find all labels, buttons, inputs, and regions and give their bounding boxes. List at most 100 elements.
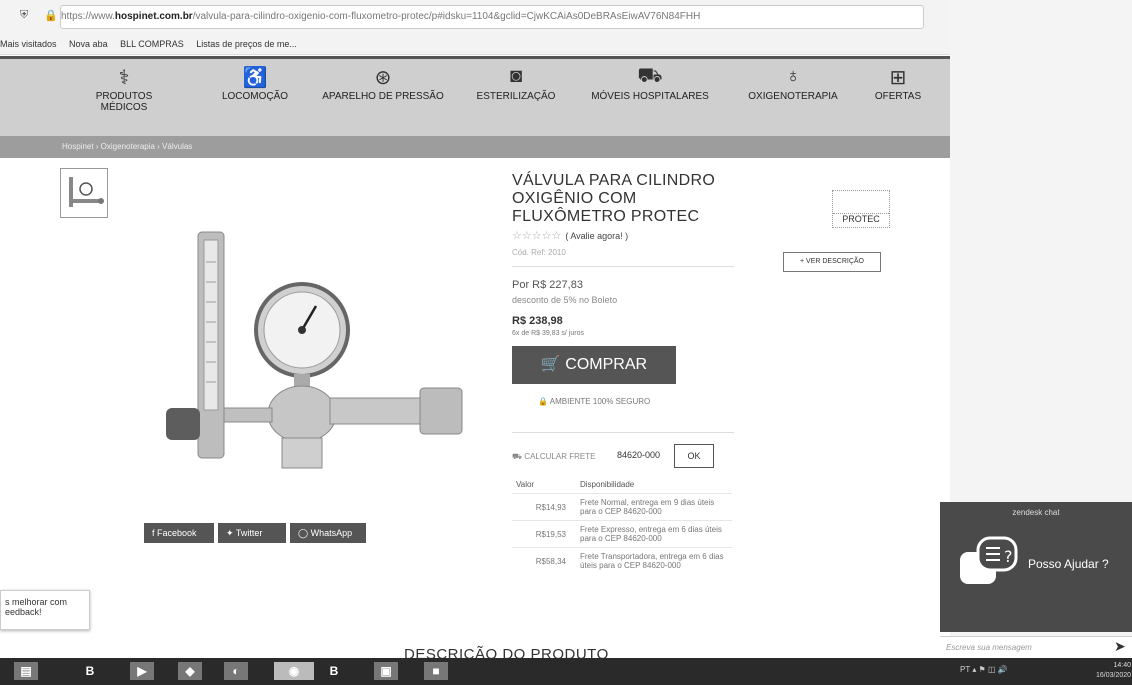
social-label: WhatsApp [310,528,353,538]
category-label: MÓVEIS HOSPITALARES [591,91,709,102]
category-oxigenoterapia[interactable]: ♁ OXIGENOTERAPIA [738,65,848,102]
chat-header: zendesk chat [1012,508,1060,517]
document-icon[interactable]: ▣ [374,662,398,680]
product-image[interactable] [130,222,490,482]
shipping-value: R$58,34 [512,547,576,574]
category-locomocao[interactable]: ♿ LOCOMOÇÃO [212,65,298,102]
divider [512,432,734,433]
whatsapp-share-button[interactable]: ◯ WhatsApp [290,523,366,543]
divider [512,266,734,267]
table-row: R$58,34 Frete Transportadora, entrega em… [512,547,732,574]
price-cash: Por R$ 227,83 [512,279,583,291]
category-label: PRODUTOS MÉDICOS [95,91,153,113]
breadcrumb[interactable]: Hospinet › Oxigenoterapia › Válvulas [0,136,950,158]
url-domain: hospinet.com.br [114,11,193,22]
window-icon[interactable]: ■ [424,662,448,680]
app-icon[interactable]: ◆ [178,662,202,680]
system-tray[interactable]: PT ▴ ⚑ ◫ 🔊 [960,665,1008,674]
tray-icons: ▴ ⚑ ◫ 🔊 [972,665,1008,674]
file-explorer-icon[interactable]: ▤ [14,662,38,680]
freight-label: ⛟ CALCULAR FRETE [512,452,595,462]
app-b2-icon[interactable]: B [322,662,346,680]
app-b-icon[interactable]: B [78,662,102,680]
social-label: Facebook [157,528,197,538]
clock-date: 16/03/2020 [1096,672,1132,679]
secure-label: AMBIENTE 100% SEGURO [549,397,651,406]
address-bar[interactable]: https://www.hospinet.com.br/valvula-para… [60,5,924,29]
see-description-button[interactable]: + VER DESCRIÇÃO [783,252,881,272]
bookmark-item[interactable]: Listas de preços de me... [196,39,297,49]
shipping-text: Frete Transportadora, entrega em 6 dias … [576,547,732,574]
url-path: /valvula-para-cilindro-oxigenio-com-flux… [192,11,701,22]
media-player-icon[interactable]: ▶ [130,662,154,680]
column-header: Valor [516,480,535,489]
ok-button[interactable]: OK [674,444,714,468]
whatsapp-icon: ◯ [298,528,311,538]
language-indicator[interactable]: PT [960,665,970,674]
category-esterilizacao[interactable]: ◙ ESTERILIZAÇÃO [468,65,564,102]
truck-icon: ⛟ [512,452,525,461]
rating-stars[interactable]: ☆☆☆☆☆( Avalie agora! ) [512,229,628,242]
facebook-share-button[interactable]: f Facebook [144,523,214,543]
freight-text: CALCULAR FRETE [524,452,596,461]
product-thumbnail[interactable] [60,168,108,218]
first-aid-icon: ⊞ [889,67,907,89]
bookmark-item[interactable]: Mais visitados [0,39,57,49]
table-header-row: Valor Disponibilidade [512,476,732,494]
category-ofertas[interactable]: ⊞ OFERTAS [868,65,928,102]
column-header: Disponibilidade [580,480,635,489]
bookmark-item[interactable]: BLL COMPRAS [120,39,184,49]
product-code: Cód. Ref: 2010 [512,248,566,257]
star-icon: ☆☆☆☆☆ [512,230,562,242]
brand-name: PROTEC [842,214,880,224]
category-label: LOCOMOÇÃO [221,91,289,102]
category-aparelho-de-pressao[interactable]: ⊛ APARELHO DE PRESSÃO [318,65,448,102]
chat-bubble-icon: ? [956,534,1020,609]
twitter-share-button[interactable]: ✦ Twitter [218,523,286,543]
brand-logo[interactable]: PROTEC [832,190,890,228]
thumbnail-image [69,177,104,207]
lock-icon: 🔒 [538,397,550,406]
paint-icon[interactable]: ◐ [224,662,248,680]
brand-logo-graphic [833,191,889,214]
clock[interactable]: 14:40 16/03/2020 [1096,661,1131,681]
discount-note: desconto de 5% no Boleto [512,295,618,305]
shield-icon[interactable]: ⛨ [20,9,28,22]
shipping-table: Valor Disponibilidade R$14,93 Frete Norm… [512,476,732,574]
wheelchair-icon: ♿ [242,67,268,89]
table-row: R$19,53 Frete Expresso, entrega em 6 dia… [512,520,732,548]
sterilizer-icon: ◙ [509,65,523,87]
doctor-icon: ⚕ [118,67,130,89]
table-row: R$14,93 Frete Normal, entrega em 9 dias … [512,493,732,521]
rating-link[interactable]: ( Avalie agora! ) [565,231,628,241]
chat-input[interactable]: Escreva sua mensagem [940,636,1132,658]
lock-icon: 🔒 [44,10,58,22]
category-label: OFERTAS [874,91,922,102]
bookmark-item[interactable]: Nova aba [69,39,108,49]
category-label: OXIGENOTERAPIA [748,91,838,102]
category-label: APARELHO DE PRESSÃO [322,91,444,102]
oxygen-icon: ♁ [785,65,801,87]
buy-button[interactable]: 🛒 COMPRAR [512,346,676,384]
shipping-value: R$14,93 [512,493,576,521]
cart-icon: 🛒 [540,356,566,373]
category-moveis-hospitalares[interactable]: ⛟ MÓVEIS HOSPITALARES [582,65,718,102]
hospital-bed-icon: ⛟ [637,65,663,87]
stethoscope-icon: ⊛ [374,67,392,89]
social-label: Twitter [235,528,263,538]
category-nav: ⚕ PRODUTOS MÉDICOS ♿ LOCOMOÇÃO ⊛ APARELH… [0,56,950,139]
chat-message: Posso Ajudar ? [1028,557,1109,571]
shipping-text: Frete Normal, entrega em 9 dias úteis pa… [576,493,732,521]
cep-input[interactable]: 84620-000 [617,450,660,460]
product-title: VÁLVULA PARA CILINDRO OXIGÊNIO COM FLUXÔ… [512,172,716,225]
feedback-widget[interactable]: s melhorar com eedback! [0,590,90,630]
category-produtos-medicos[interactable]: ⚕ PRODUTOS MÉDICOS [78,65,170,113]
send-icon[interactable]: ➤ [1114,638,1126,655]
twitter-icon: ✦ [226,528,236,538]
category-label: ESTERILIZAÇÃO [476,91,556,102]
browser-taskbar-icon[interactable]: ◉ [274,662,314,680]
installments: 6x de R$ 39,83 s/ juros [512,330,584,337]
shipping-value: R$19,53 [512,520,576,548]
clock-time: 14:40 [1113,662,1132,669]
url-prefix: https://www. [61,11,115,22]
